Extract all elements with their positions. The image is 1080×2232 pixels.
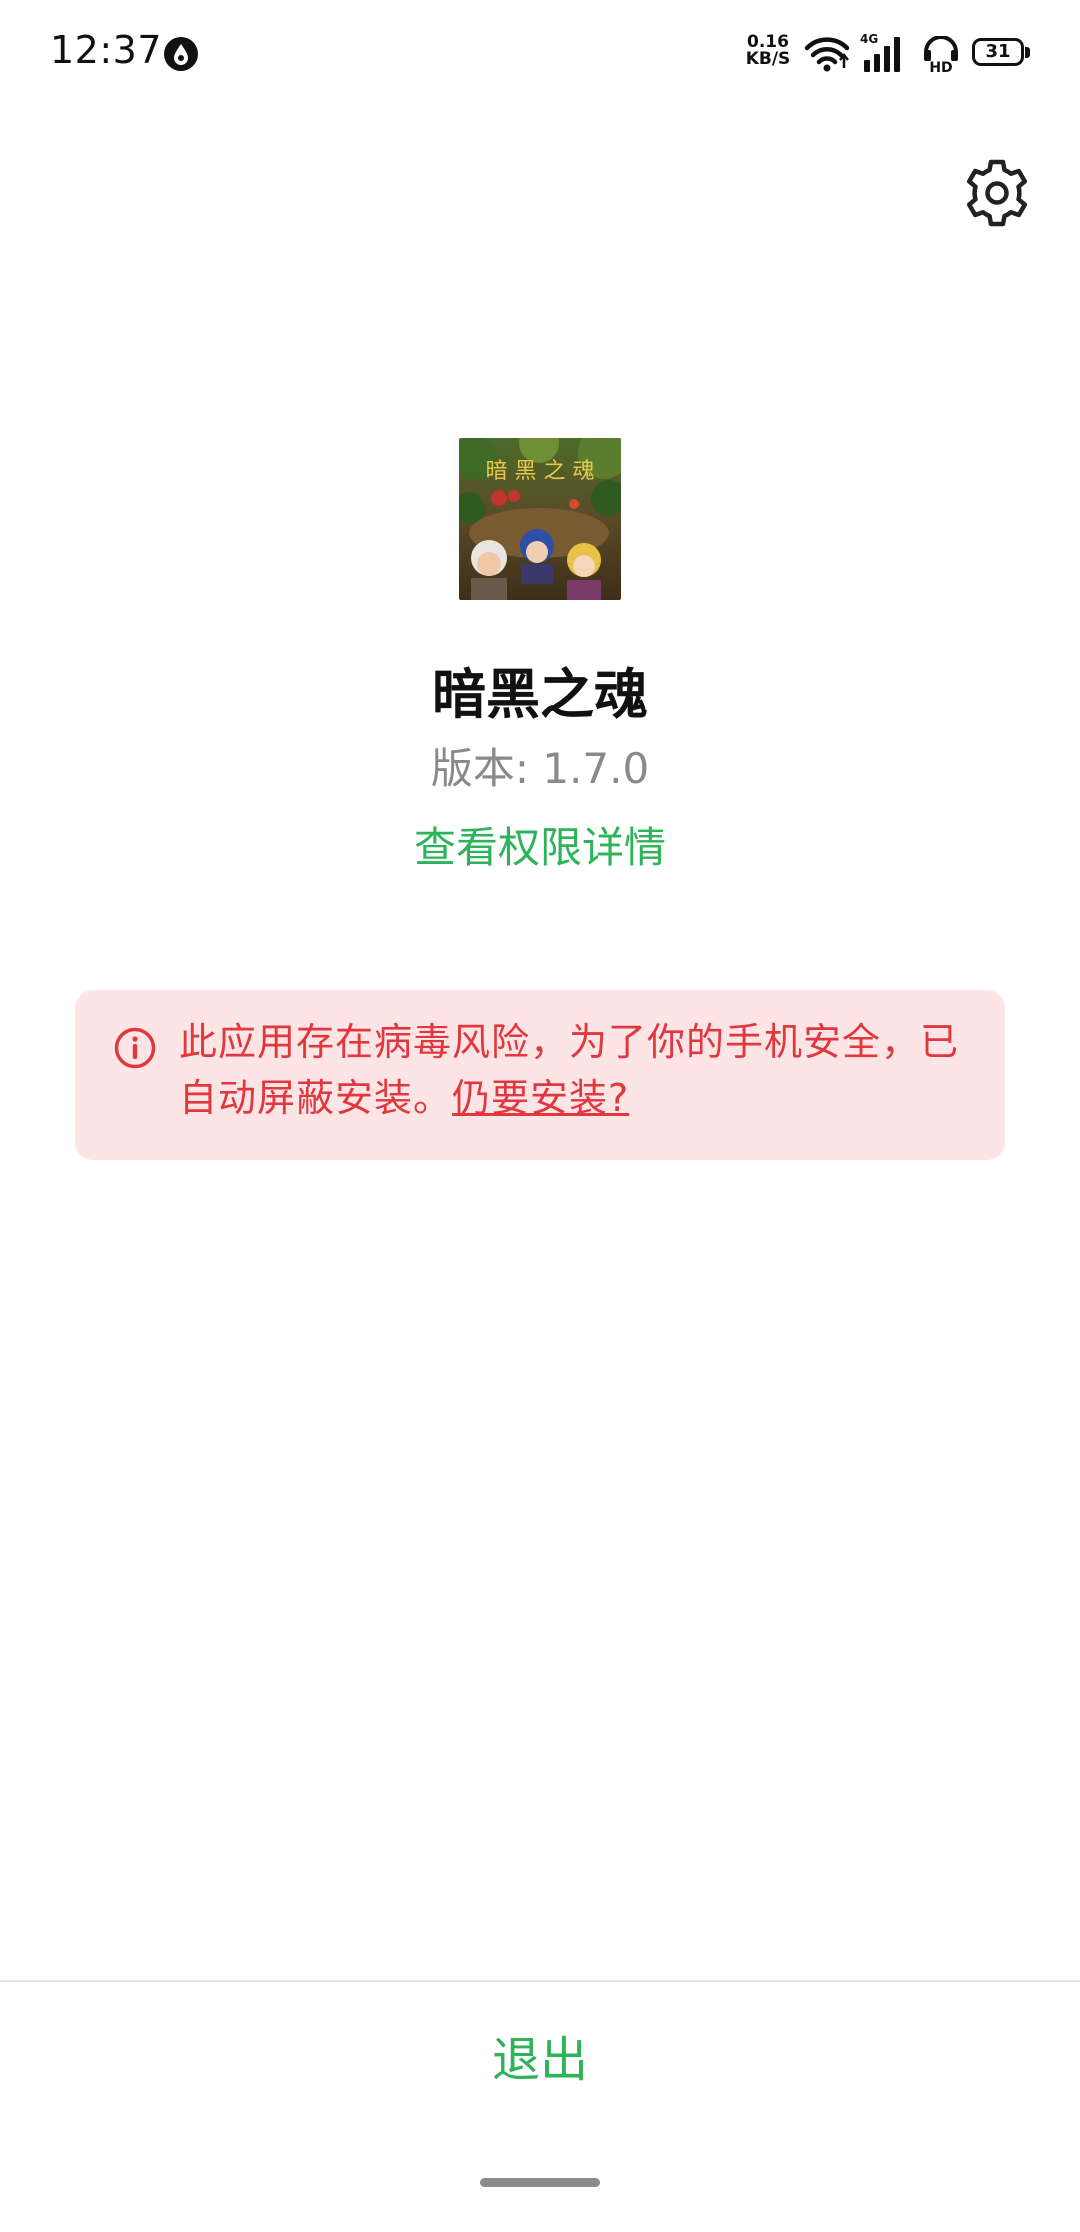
exit-button[interactable]: 退出 — [340, 2020, 740, 2100]
svg-text:暗 黑 之 魂: 暗 黑 之 魂 — [486, 459, 595, 484]
network-speed: 0.16 KB/S — [744, 34, 792, 68]
cellular-signal-icon: 4G — [860, 32, 900, 72]
hd-label: HD — [929, 60, 952, 74]
hd-call-icon: HD — [924, 36, 958, 74]
app-version: 版本: 1.7.0 — [430, 744, 650, 793]
wifi-icon — [804, 37, 850, 72]
install-blocked-screen: 12:37 0.16 KB/S 4G HD 31 暗 黑 之 魂 暗黑之魂 版本… — [0, 0, 1080, 2232]
battery-indicator: 31 — [972, 38, 1032, 70]
home-indicator[interactable] — [480, 2178, 600, 2187]
warning-message: 此应用存在病毒风险，为了你的手机安全，已自动屏蔽安装。仍要安装? — [179, 1014, 979, 1126]
virus-warning-card: 此应用存在病毒风险，为了你的手机安全，已自动屏蔽安装。仍要安装? — [75, 990, 1005, 1160]
app-icon: 暗 黑 之 魂 — [459, 438, 621, 600]
settings-gear-icon[interactable] — [962, 158, 1032, 228]
app-name: 暗黑之魂 — [432, 663, 648, 726]
network-type-label: 4G — [860, 32, 878, 46]
info-circle-icon — [114, 1027, 156, 1069]
install-anyway-link[interactable]: 仍要安装? — [452, 1076, 629, 1120]
bottom-divider — [0, 1980, 1080, 1982]
status-bar: 12:37 0.16 KB/S 4G HD 31 — [0, 0, 1080, 110]
network-speed-unit: KB/S — [745, 49, 791, 69]
status-time: 12:37 — [50, 28, 163, 72]
view-permissions-link[interactable]: 查看权限详情 — [0, 814, 1080, 875]
notification-app-icon — [164, 37, 198, 71]
battery-level: 31 — [985, 41, 1011, 62]
